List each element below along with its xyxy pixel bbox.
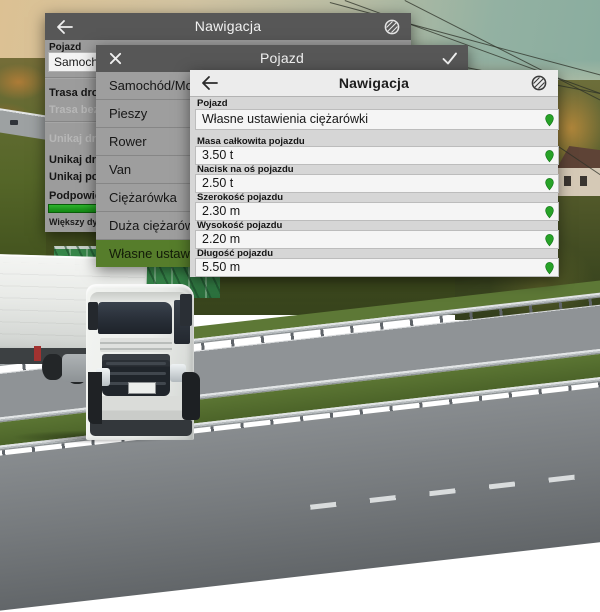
- truck-red-marker: [34, 346, 41, 361]
- photo-distant-car: [10, 120, 18, 125]
- dialog-truck-header: Nawigacja: [190, 70, 558, 97]
- photo-truck: [0, 244, 214, 408]
- dialog-back-title: Nawigacja: [45, 13, 411, 40]
- truck-front-wheel: [182, 372, 200, 420]
- dialog-back-header: Nawigacja: [45, 13, 411, 40]
- photo-house-window: [580, 176, 587, 186]
- truck-wheel: [42, 354, 64, 380]
- checkmark-icon: [441, 51, 458, 66]
- field-width-value: 2.30 m: [202, 204, 240, 218]
- green-pin-icon: [545, 113, 554, 126]
- green-pin-icon: [545, 205, 554, 218]
- confirm-button[interactable]: [432, 45, 466, 72]
- field-total-weight-value: 3.50 t: [202, 148, 233, 162]
- field-vehicle-value: Własne ustawienia ciężarówki: [202, 112, 368, 126]
- truck-grille-slat: [106, 362, 166, 365]
- field-vehicle[interactable]: Własne ustawienia ciężarówki: [195, 109, 559, 130]
- field-label-vehicle: Pojazd: [197, 98, 228, 109]
- truck-windshield: [98, 302, 172, 334]
- truck-bumper: [92, 396, 190, 422]
- field-width[interactable]: 2.30 m: [195, 202, 559, 221]
- green-pin-icon: [545, 177, 554, 190]
- truck-bumper-lip: [90, 420, 192, 436]
- field-axle-load-value: 2.50 t: [202, 176, 233, 190]
- field-height[interactable]: 2.20 m: [195, 230, 559, 249]
- green-pin-icon: [545, 149, 554, 162]
- dialog-truck-title: Nawigacja: [190, 70, 558, 96]
- dialog-truck-settings: Nawigacja Pojazd Własne ustawienia cięża…: [190, 70, 558, 277]
- crossed-circle-icon: [530, 74, 548, 92]
- field-height-value: 2.20 m: [202, 232, 240, 246]
- truck-mirror-right: [180, 294, 192, 326]
- photo-house-window: [564, 176, 571, 186]
- dialog-vehicle-title: Pojazd: [96, 45, 468, 72]
- field-axle-load[interactable]: 2.50 t: [195, 174, 559, 193]
- dialog-vehicle-header: Pojazd: [96, 45, 468, 72]
- sound-disabled-button[interactable]: [522, 70, 556, 96]
- truck-wheel-arch: [88, 372, 102, 424]
- truck-license-plate: [128, 382, 156, 394]
- photo-left-hill: [0, 58, 46, 258]
- photo-house-wall: [556, 168, 600, 196]
- truck-grille-upper: [100, 338, 172, 352]
- truck-mirror-left: [88, 302, 98, 330]
- field-length-value: 5.50 m: [202, 260, 240, 274]
- green-pin-icon: [545, 261, 554, 274]
- crossed-circle-icon: [383, 18, 401, 36]
- truck-grille-slat: [106, 372, 166, 375]
- green-pin-icon: [545, 233, 554, 246]
- field-length[interactable]: 5.50 m: [195, 258, 559, 277]
- field-total-weight[interactable]: 3.50 t: [195, 146, 559, 165]
- sound-disabled-button[interactable]: [375, 13, 409, 40]
